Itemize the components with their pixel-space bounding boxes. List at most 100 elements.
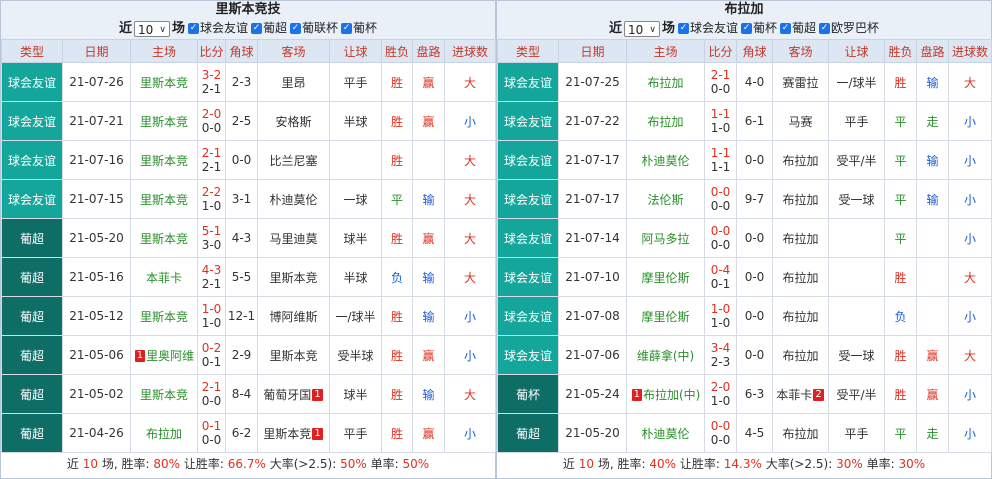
score-cell[interactable]: 2-1 0-0 — [704, 62, 737, 102]
away-team-cell[interactable]: 本菲卡 2 — [772, 374, 829, 414]
away-team-cell[interactable]: 朴迪莫伦 — [257, 179, 330, 219]
home-team-cell[interactable]: 朴迪莫伦 — [626, 413, 705, 453]
away-team-cell[interactable]: 布拉加 — [772, 218, 829, 258]
column-header[interactable]: 胜负 — [381, 39, 413, 63]
score-cell[interactable]: 0-0 0-0 — [704, 413, 737, 453]
column-header[interactable]: 比分 — [197, 39, 226, 63]
home-team-cell[interactable]: 法伦斯 — [626, 179, 705, 219]
home-team-cell[interactable]: 里斯本竞 — [130, 296, 198, 336]
score-cell[interactable]: 1-1 1-0 — [704, 101, 737, 141]
home-team-cell[interactable]: 阿马多拉 — [626, 218, 705, 258]
checkbox-checked-icon[interactable]: ✓ — [780, 23, 792, 34]
home-team-cell[interactable]: 1 里奥阿维 — [130, 335, 198, 375]
score-cell[interactable]: 3-4 2-3 — [704, 335, 737, 375]
away-team-cell[interactable]: 里昂 — [257, 62, 330, 102]
column-header[interactable]: 胜负 — [884, 39, 917, 63]
column-header[interactable]: 让球 — [828, 39, 885, 63]
away-team-cell[interactable]: 里斯本竞 — [257, 335, 330, 375]
away-team-cell[interactable]: 里斯本竞 1 — [257, 413, 330, 453]
home-team-cell[interactable]: 1 布拉加(中) — [626, 374, 705, 414]
home-team-cell[interactable]: 布拉加 — [626, 101, 705, 141]
score-cell[interactable]: 2-0 1-0 — [704, 374, 737, 414]
column-header[interactable]: 角球 — [736, 39, 773, 63]
away-team-cell[interactable]: 布拉加 — [772, 413, 829, 453]
home-team-cell[interactable]: 里斯本竞 — [130, 62, 198, 102]
checkbox-checked-icon[interactable]: ✓ — [341, 23, 353, 34]
column-header[interactable]: 角球 — [225, 39, 258, 63]
score-cell[interactable]: 0-0 0-0 — [704, 179, 737, 219]
away-team-cell[interactable]: 布拉加 — [772, 140, 829, 180]
column-header[interactable]: 客场 — [257, 39, 330, 63]
home-team-cell[interactable]: 布拉加 — [626, 62, 705, 102]
away-team-cell[interactable]: 博阿维斯 — [257, 296, 330, 336]
match-result: 胜 — [884, 335, 917, 375]
score-cell[interactable]: 1-0 1-0 — [704, 296, 737, 336]
away-team-cell[interactable]: 马赛 — [772, 101, 829, 141]
half-time-score: 0-0 — [201, 394, 222, 408]
match-result: 胜 — [884, 62, 917, 102]
checkbox-checked-icon[interactable]: ✓ — [677, 23, 689, 34]
checkbox-checked-icon[interactable]: ✓ — [251, 23, 262, 34]
away-team-cell[interactable]: 赛雷拉 — [772, 62, 829, 102]
column-header[interactable]: 日期 — [62, 39, 131, 63]
score-cell[interactable]: 0-1 0-0 — [197, 413, 226, 453]
away-team-cell[interactable]: 布拉加 — [772, 335, 829, 375]
column-header[interactable]: 主场 — [626, 39, 705, 63]
checkbox-checked-icon[interactable]: ✓ — [290, 23, 302, 34]
match-result: 平 — [381, 179, 413, 219]
checkbox-checked-icon[interactable]: ✓ — [819, 23, 831, 34]
score-cell[interactable]: 0-0 0-0 — [704, 218, 737, 258]
home-team-cell[interactable]: 里斯本竞 — [130, 374, 198, 414]
away-team-cell[interactable]: 马里迪莫 — [257, 218, 330, 258]
away-team-cell[interactable]: 安格斯 — [257, 101, 330, 141]
right-count-value: 10 — [627, 22, 644, 37]
right-team-panel: 布拉加 近 10 ∨ 场 ✓ 球会友谊 ✓ 葡杯 ✓ 葡超 ✓ 欧罗巴杯 类型 日期 主场 比分 角球 客场 让球… — [496, 0, 992, 479]
column-header[interactable]: 日期 — [558, 39, 627, 63]
score-cell[interactable]: 2-1 0-0 — [197, 374, 226, 414]
checkbox-checked-icon[interactable]: ✓ — [187, 23, 199, 34]
column-header[interactable]: 比分 — [704, 39, 737, 63]
score-cell[interactable]: 2-0 0-0 — [197, 101, 226, 141]
score-cell[interactable]: 5-1 3-0 — [197, 218, 226, 258]
score-cell[interactable]: 1-1 1-1 — [704, 140, 737, 180]
column-header[interactable]: 让球 — [329, 39, 382, 63]
score-cell[interactable]: 4-3 2-1 — [197, 257, 226, 297]
column-header[interactable]: 盘路 — [412, 39, 445, 63]
left-count-select[interactable]: 10 ∨ — [133, 20, 170, 37]
column-header[interactable]: 进球数 — [444, 39, 496, 63]
full-time-score: 2-1 — [201, 380, 222, 394]
match-row: 球会友谊 21-07-22 布拉加 1-1 1-0 6-1 马赛 平手平走小 — [497, 101, 992, 141]
column-header[interactable]: 类型 — [1, 39, 63, 63]
score-cell[interactable]: 3-2 2-1 — [197, 62, 226, 102]
score-cell[interactable]: 0-2 0-1 — [197, 335, 226, 375]
score-cell[interactable]: 1-0 1-0 — [197, 296, 226, 336]
column-header[interactable]: 类型 — [497, 39, 559, 63]
score-cell[interactable]: 0-4 0-1 — [704, 257, 737, 297]
away-team-cell[interactable]: 比兰尼塞 — [257, 140, 330, 180]
score-cell[interactable]: 2-1 2-1 — [197, 140, 226, 180]
home-team-cell[interactable]: 摩里伦斯 — [626, 257, 705, 297]
home-team-cell[interactable]: 里斯本竞 — [130, 218, 198, 258]
column-header[interactable]: 主场 — [130, 39, 198, 63]
right-count-select[interactable]: 10 ∨ — [623, 20, 660, 37]
home-team-cell[interactable]: 朴迪莫伦 — [626, 140, 705, 180]
column-header[interactable]: 盘路 — [916, 39, 949, 63]
home-team-cell[interactable]: 布拉加 — [130, 413, 198, 453]
home-team-name: 里斯本竞 — [139, 387, 188, 402]
match-date: 21-05-20 — [558, 413, 627, 453]
away-team-cell[interactable]: 葡萄牙国 1 — [257, 374, 330, 414]
column-header[interactable]: 进球数 — [948, 39, 992, 63]
home-team-cell[interactable]: 本菲卡 — [130, 257, 198, 297]
home-team-cell[interactable]: 里斯本竞 — [130, 140, 198, 180]
score-cell[interactable]: 2-2 1-0 — [197, 179, 226, 219]
home-team-cell[interactable]: 维薛拿(中) — [626, 335, 705, 375]
column-header[interactable]: 客场 — [772, 39, 829, 63]
away-team-cell[interactable]: 布拉加 — [772, 257, 829, 297]
home-team-cell[interactable]: 里斯本竞 — [130, 179, 198, 219]
home-team-cell[interactable]: 摩里伦斯 — [626, 296, 705, 336]
away-team-cell[interactable]: 里斯本竞 — [257, 257, 330, 297]
home-team-cell[interactable]: 里斯本竞 — [130, 101, 198, 141]
away-team-cell[interactable]: 布拉加 — [772, 296, 829, 336]
checkbox-checked-icon[interactable]: ✓ — [741, 23, 752, 34]
away-team-cell[interactable]: 布拉加 — [772, 179, 829, 219]
